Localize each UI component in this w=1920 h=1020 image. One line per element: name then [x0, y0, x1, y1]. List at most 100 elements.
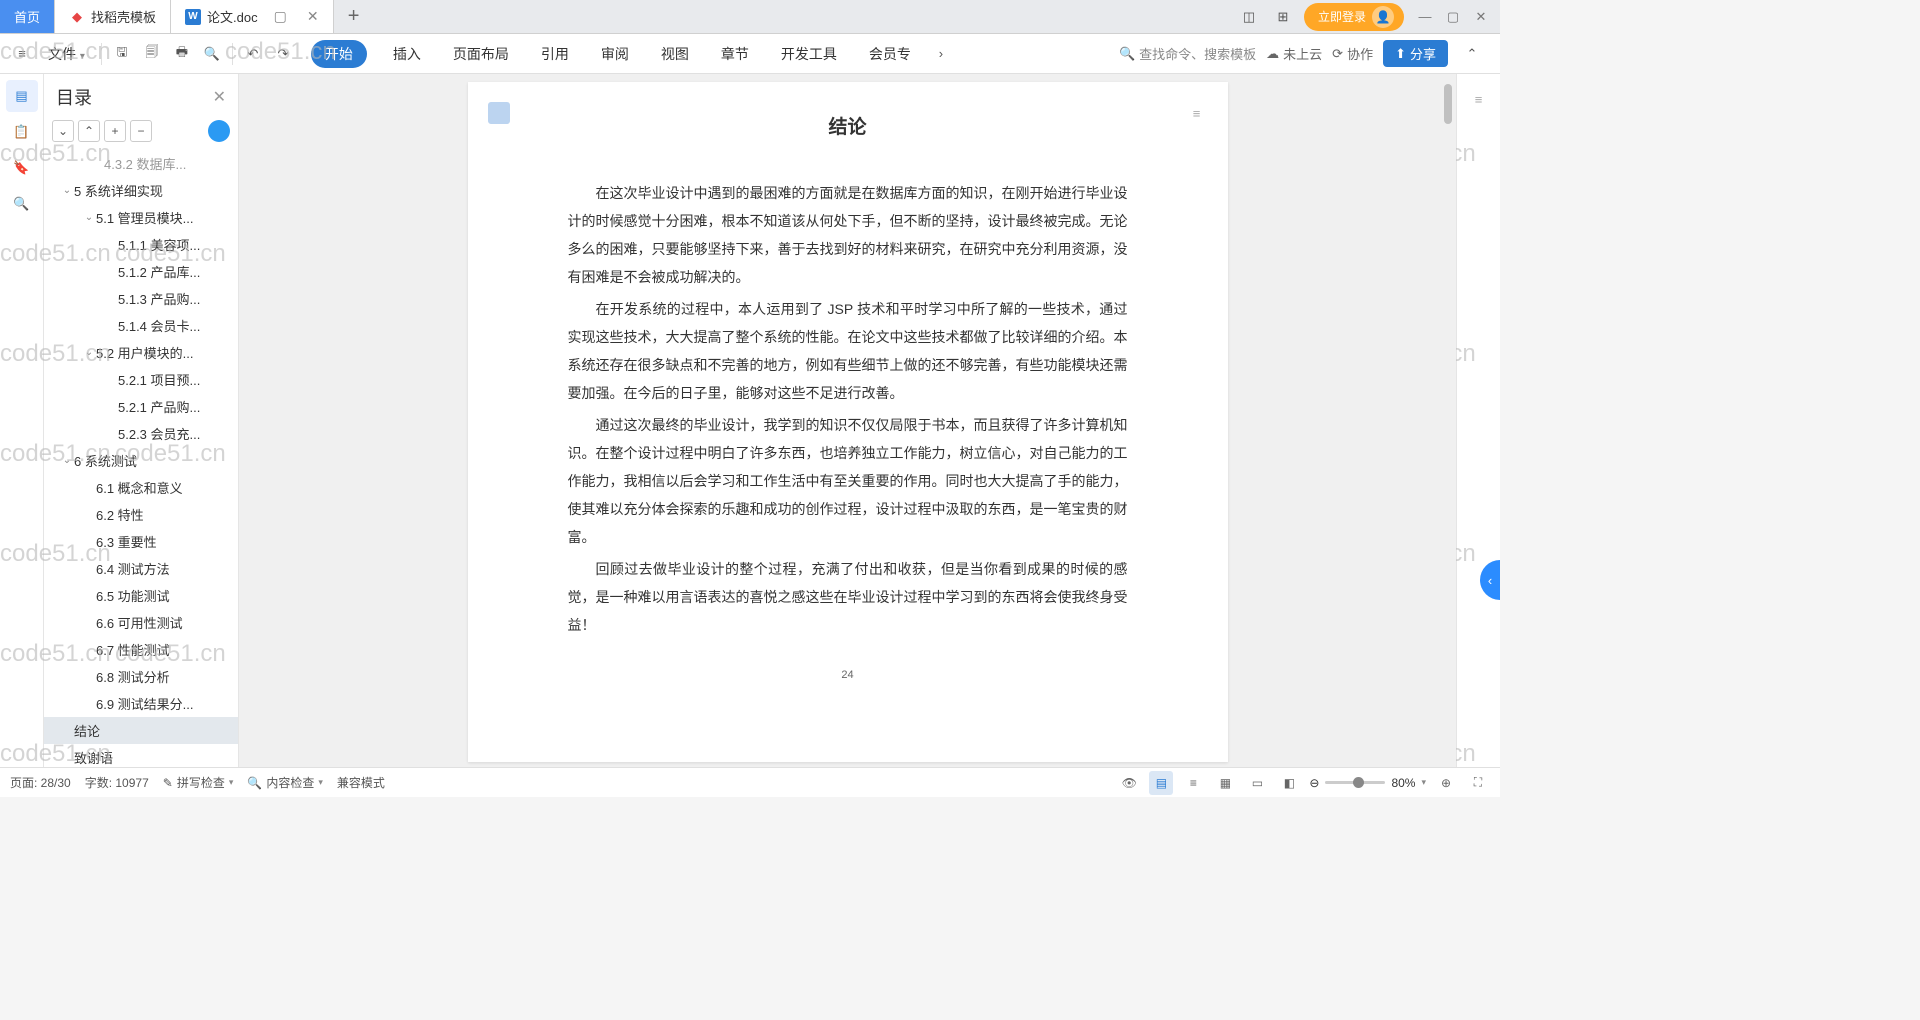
spellcheck-icon: ✎ — [163, 776, 173, 790]
fullscreen-icon[interactable]: ⛶ — [1466, 771, 1490, 795]
tab-template[interactable]: ◆ 找稻壳模板 — [55, 0, 171, 33]
eye-icon[interactable]: 👁 — [1117, 771, 1141, 795]
login-button[interactable]: 立即登录 👤 — [1304, 3, 1404, 31]
outline-item[interactable]: ⌄6 系统测试 — [44, 447, 238, 474]
outline-item[interactable]: 5.1.2 产品库... — [44, 258, 238, 285]
share-button[interactable]: ⬆ 分享 — [1383, 40, 1448, 67]
outline-item[interactable]: 5.1.1 美容项... — [44, 231, 238, 258]
clipboard-icon[interactable]: 📋 — [6, 116, 38, 148]
apps-icon[interactable]: ⊞ — [1270, 4, 1296, 30]
minimize-button[interactable]: — — [1412, 4, 1438, 30]
external-icon[interactable]: ▢ — [274, 8, 287, 25]
expand-all-icon[interactable]: ⌃ — [78, 120, 100, 142]
scrollbar-vertical[interactable] — [1442, 74, 1454, 767]
outline-item[interactable]: 5.2.1 产品购... — [44, 393, 238, 420]
spellcheck-button[interactable]: ✎拼写检查 ▾ — [163, 774, 234, 791]
outline-item[interactable]: ⌄5.2 用户模块的... — [44, 339, 238, 366]
tab-bar: 首页 ◆ 找稻壳模板 W 论文.doc ▢ ✕ + ◫ ⊞ 立即登录 👤 — ▢… — [0, 0, 1500, 34]
outline-item[interactable]: 6.2 特性 — [44, 501, 238, 528]
outline-item[interactable]: 6.9 测试结果分... — [44, 690, 238, 717]
zoom-out-icon[interactable]: ⊖ — [1309, 776, 1319, 790]
ribbon-tab-1[interactable]: 插入 — [387, 40, 427, 68]
outline-item[interactable]: 6.1 概念和意义 — [44, 474, 238, 501]
outline-item[interactable]: ⌄5 系统详细实现 — [44, 177, 238, 204]
tab-home[interactable]: 首页 — [0, 0, 55, 33]
save-icon[interactable]: 🖫 — [108, 40, 136, 68]
ribbon-tab-2[interactable]: 页面布局 — [447, 40, 515, 68]
menu-icon[interactable]: ≡ — [8, 40, 36, 68]
more-icon[interactable]: › — [927, 40, 955, 68]
outline-item[interactable]: 5.2.1 项目预... — [44, 366, 238, 393]
page-view-icon[interactable]: ▤ — [1149, 771, 1173, 795]
ribbon-tab-5[interactable]: 视图 — [655, 40, 695, 68]
chevron-down-icon[interactable]: ⌄ — [82, 212, 96, 223]
remove-icon[interactable]: − — [130, 120, 152, 142]
outline-item[interactable]: 6.5 功能测试 — [44, 582, 238, 609]
page-menu-icon[interactable]: ≡ — [1186, 102, 1208, 124]
outline-item[interactable]: 6.7 性能测试 — [44, 636, 238, 663]
maximize-button[interactable]: ▢ — [1440, 4, 1466, 30]
page-badge-icon[interactable] — [488, 102, 510, 124]
compat-mode[interactable]: 兼容模式 — [337, 774, 385, 791]
print-icon[interactable]: 🖶 — [168, 40, 196, 68]
save-as-icon[interactable]: 🗐 — [138, 40, 166, 68]
search-rail-icon[interactable]: 🔍 — [6, 188, 38, 220]
doc-paragraph: 回顾过去做毕业设计的整个过程，充满了付出和收获，但是当你看到成果的时候的感觉，是… — [568, 555, 1128, 639]
page-counter[interactable]: 页面: 28/30 — [10, 774, 71, 791]
outline-title: 目录 — [56, 84, 92, 110]
outline-item-label: 5.1.1 美容项... — [118, 235, 200, 254]
ribbon-tab-7[interactable]: 开发工具 — [775, 40, 843, 68]
outline-item[interactable]: 5.1.4 会员卡... — [44, 312, 238, 339]
search-input[interactable]: 🔍 查找命令、搜索模板 — [1119, 44, 1256, 63]
collapse-all-icon[interactable]: ⌄ — [52, 120, 74, 142]
outline-item[interactable]: ⌄5.1 管理员模块... — [44, 204, 238, 231]
outline-item[interactable]: 6.8 测试分析 — [44, 663, 238, 690]
cloud-status[interactable]: ☁ 未上云 — [1266, 44, 1322, 63]
badge-icon[interactable] — [208, 120, 230, 142]
fit-icon[interactable]: ⊕ — [1434, 771, 1458, 795]
outline-item-label: 5.1 管理员模块... — [96, 208, 194, 227]
outline-close-icon[interactable]: ✕ — [213, 87, 226, 107]
redo-icon[interactable]: ↷ — [269, 40, 297, 68]
ribbon-tab-6[interactable]: 章节 — [715, 40, 755, 68]
markup-icon[interactable]: ◧ — [1277, 771, 1301, 795]
outline-item[interactable]: 5.2.3 会员充... — [44, 420, 238, 447]
right-menu-icon[interactable]: ≡ — [1464, 84, 1494, 114]
tab-add-button[interactable]: + — [334, 0, 374, 33]
outline-view-icon[interactable]: ▤ — [6, 80, 38, 112]
outline-item-label: 致谢语 — [74, 748, 113, 767]
zoom-control[interactable]: ⊖ 80% ▾ — [1309, 776, 1426, 790]
ribbon-tab-8[interactable]: 会员专 — [863, 40, 917, 68]
ribbon-tab-4[interactable]: 审阅 — [595, 40, 635, 68]
close-icon[interactable]: ✕ — [307, 8, 319, 25]
outline-item[interactable]: 6.3 重要性 — [44, 528, 238, 555]
outline-item[interactable]: 结论 — [44, 717, 238, 744]
layout-icon[interactable]: ◫ — [1236, 4, 1262, 30]
ribbon-tab-0[interactable]: 开始 — [311, 40, 367, 68]
add-icon[interactable]: + — [104, 120, 126, 142]
outline-item-truncated[interactable]: 4.3.2 数据库... — [44, 150, 238, 177]
doc-paragraph: 通过这次最终的毕业设计，我学到的知识不仅仅局限于书本，而且获得了许多计算机知识。… — [568, 411, 1128, 551]
tab-document[interactable]: W 论文.doc ▢ ✕ — [171, 0, 334, 33]
content-check-button[interactable]: 🔍内容检查 ▾ — [247, 774, 323, 791]
outline-view2-icon[interactable]: ≡ — [1181, 771, 1205, 795]
chevron-down-icon[interactable]: ⌄ — [60, 455, 74, 466]
print-preview-icon[interactable]: 🔍 — [198, 40, 226, 68]
web-view-icon[interactable]: ▦ — [1213, 771, 1237, 795]
close-button[interactable]: ✕ — [1468, 4, 1494, 30]
bookmark-icon[interactable]: 🔖 — [6, 152, 38, 184]
chevron-down-icon[interactable]: ⌄ — [82, 347, 96, 358]
outline-item[interactable]: 6.4 测试方法 — [44, 555, 238, 582]
collab-button[interactable]: ⟳ 协作 — [1332, 44, 1373, 63]
outline-item[interactable]: 6.6 可用性测试 — [44, 609, 238, 636]
caret-icon[interactable]: ⌃ — [1458, 40, 1486, 68]
outline-item[interactable]: 致谢语 — [44, 744, 238, 767]
read-view-icon[interactable]: ▭ — [1245, 771, 1269, 795]
outline-item[interactable]: 5.1.3 产品购... — [44, 285, 238, 312]
zoom-slider[interactable] — [1325, 781, 1385, 784]
file-menu[interactable]: 文件 ▾ — [38, 44, 95, 64]
word-counter[interactable]: 字数: 10977 — [85, 774, 149, 791]
ribbon-tab-3[interactable]: 引用 — [535, 40, 575, 68]
chevron-down-icon[interactable]: ⌄ — [60, 185, 74, 196]
undo-icon[interactable]: ↶ — [239, 40, 267, 68]
